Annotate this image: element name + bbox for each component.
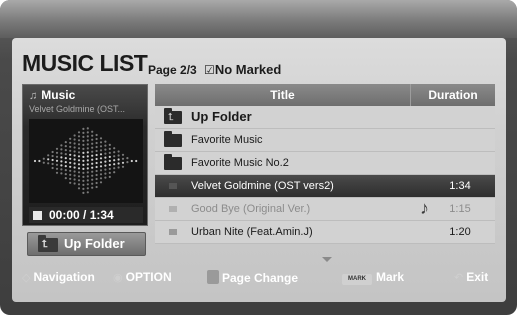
checkbox-icon: ☑ [204, 63, 215, 77]
list-item-label: Favorite Music [191, 134, 263, 146]
up-folder-icon: ⮤ [38, 235, 58, 252]
option-icon: ◉ [113, 272, 123, 284]
up-folder-icon: ⮤ [164, 108, 182, 124]
footer-mark-label: Mark [376, 270, 405, 284]
marked-status: No Marked [214, 62, 282, 77]
playback-time: 00:00 / 1:34 [29, 207, 143, 223]
folder-icon [164, 154, 182, 170]
list-item-label: Favorite Music No.2 [191, 157, 289, 169]
top-stripe [0, 0, 517, 38]
footer-exit[interactable]: ↶ Exit [454, 270, 488, 284]
playback-time-text: 00:00 / 1:34 [49, 208, 114, 222]
list-item-label: Urban Nite (Feat.Amin.J) [191, 226, 313, 238]
column-title: Title [270, 88, 295, 102]
list-item-folder[interactable]: Favorite Music No.2 [155, 152, 495, 175]
list-item-track[interactable]: Urban Nite (Feat.Amin.J) 1:20 [155, 221, 495, 244]
folder-icon [164, 131, 182, 147]
now-playing-label: Music [41, 88, 76, 102]
footer-mark[interactable]: MARK Mark [342, 270, 404, 285]
footer-exit-label: Exit [466, 270, 489, 284]
column-duration: Duration [410, 84, 495, 106]
tv-screen: MUSIC LIST Page 2/3 ☑No Marked ♫ Music Ve… [0, 0, 517, 315]
page-info: Page 2/3 ☑No Marked [148, 62, 281, 77]
mark-key-icon: MARK [342, 274, 372, 285]
now-playing-track: Velvet Goldmine (OST... [29, 104, 126, 114]
list-item-duration: 1:20 [449, 226, 471, 238]
now-playing-panel: ♫ Music Velvet Goldmine (OST... 00:00 / 1… [22, 84, 148, 226]
list-item-label: Good Bye (Original Ver.) [191, 203, 311, 215]
footer-option-label: OPTION [125, 270, 172, 284]
page-indicator: Page 2/3 [148, 63, 197, 77]
footer-navigation-label: Navigation [33, 270, 95, 284]
list-item-track-selected[interactable]: Velvet Goldmine (OST vers2) 1:34 [155, 175, 495, 198]
footer-navigation: ◇ Navigation [22, 270, 95, 284]
track-icon [169, 229, 177, 235]
footer-option[interactable]: ◉ OPTION [113, 270, 172, 284]
list-header: Title Duration [155, 84, 495, 106]
stop-icon [33, 211, 42, 220]
up-folder-button-label: Up Folder [64, 236, 125, 251]
list-item-up-folder[interactable]: ⮤ Up Folder [155, 106, 495, 129]
now-playing-header: ♫ Music [29, 88, 75, 102]
up-folder-button[interactable]: ⮤ Up Folder [27, 232, 146, 256]
list-item-duration: 1:15 [449, 203, 471, 215]
page-key-icon [207, 270, 219, 284]
track-icon [169, 206, 177, 212]
equalizer-visual [29, 119, 143, 203]
list-item-track-playing[interactable]: Good Bye (Original Ver.) ♪ 1:15 [155, 198, 495, 221]
exit-icon: ↶ [454, 272, 464, 284]
list-item-label: Up Folder [191, 109, 252, 124]
scroll-down-icon[interactable] [322, 257, 332, 262]
navigation-icon: ◇ [22, 272, 31, 284]
list-item-folder[interactable]: Favorite Music [155, 129, 495, 152]
music-icon: ♫ [29, 90, 38, 102]
footer-page-change[interactable]: Page Change [207, 270, 298, 285]
file-list: Title Duration ⮤ Up Folder Favorite Musi… [155, 84, 495, 260]
list-item-duration: 1:34 [449, 180, 471, 192]
footer-bar: ◇ Navigation ◉ OPTION Page Change MARK Mark… [0, 268, 517, 290]
list-item-label: Velvet Goldmine (OST vers2) [191, 180, 334, 192]
footer-page-change-label: Page Change [222, 271, 299, 285]
track-icon [169, 183, 177, 189]
page-title: MUSIC LIST [22, 50, 148, 76]
